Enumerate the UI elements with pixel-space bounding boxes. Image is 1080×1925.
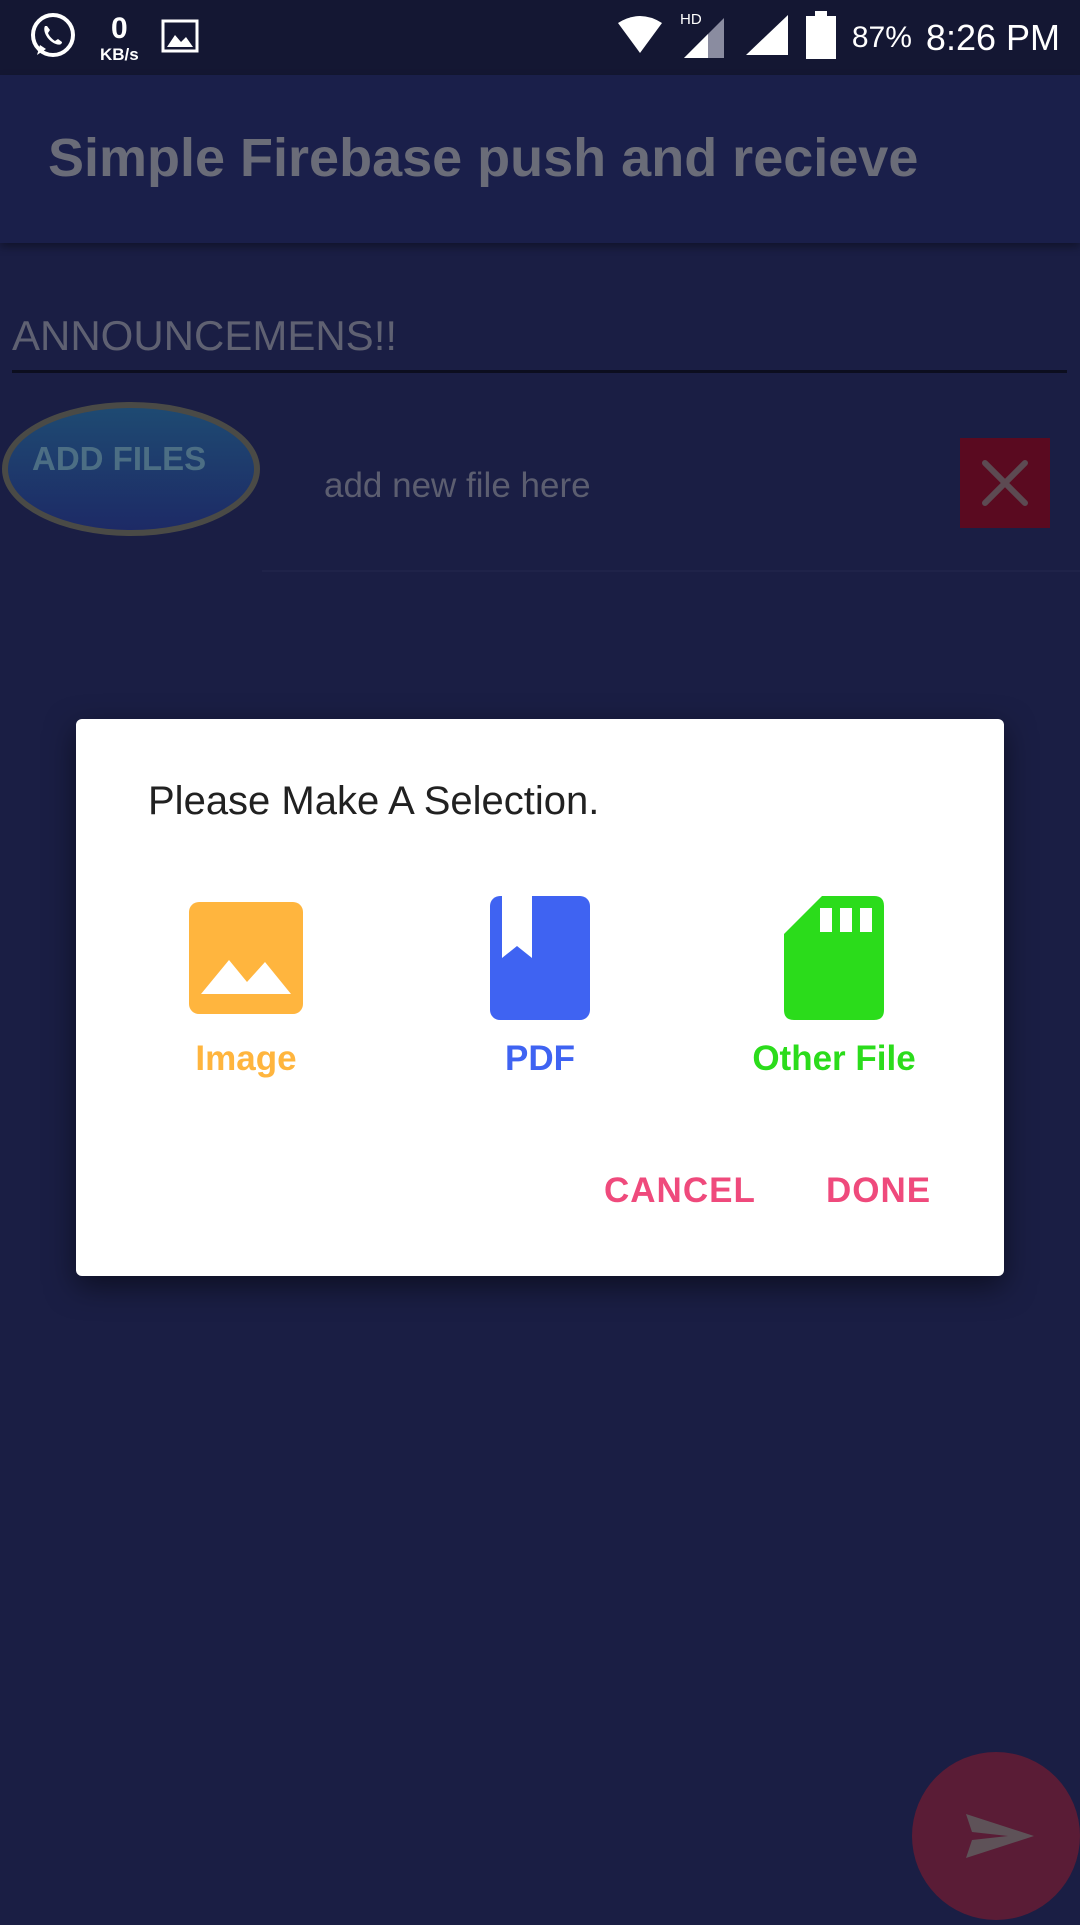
signal-icon <box>744 13 790 62</box>
image-icon <box>189 901 303 1019</box>
whatsapp-icon <box>28 11 78 66</box>
clear-file-button[interactable] <box>960 438 1050 528</box>
send-button[interactable] <box>912 1752 1080 1920</box>
network-speed: 0 KB/s <box>100 11 139 64</box>
done-button[interactable]: DONE <box>826 1171 931 1211</box>
gallery-icon <box>161 19 199 58</box>
add-files-label: ADD FILES <box>32 440 207 477</box>
close-icon <box>960 460 1050 532</box>
option-other-file[interactable]: Other File <box>704 895 964 1079</box>
dialog-title: Please Make A Selection. <box>148 779 600 823</box>
svg-text:HD: HD <box>680 11 702 28</box>
pdf-book-icon <box>490 895 590 1025</box>
option-other-file-label: Other File <box>752 1039 916 1078</box>
file-name-input[interactable]: add new file here <box>262 440 1080 572</box>
send-icon <box>912 1814 1080 1924</box>
app-bar: Simple Firebase push and recieve <box>0 75 1080 243</box>
network-speed-unit: KB/s <box>100 44 139 64</box>
status-bar: 0 KB/s HD 87% 8:26 PM <box>0 0 1080 75</box>
option-pdf[interactable]: PDF <box>410 895 670 1079</box>
app-title: Simple Firebase push and recieve <box>48 128 919 188</box>
option-image[interactable]: Image <box>116 897 376 1079</box>
battery-icon <box>804 10 838 65</box>
option-image-label: Image <box>195 1039 297 1078</box>
battery-percent: 87% <box>851 20 912 54</box>
network-speed-value: 0 <box>111 11 128 45</box>
sd-card-icon <box>784 895 884 1025</box>
hd-signal-icon: HD <box>678 10 730 65</box>
selection-dialog: Please Make A Selection. Image PDF Other… <box>76 719 1004 1276</box>
wifi-icon <box>616 15 664 60</box>
file-name-placeholder: add new file here <box>324 466 591 505</box>
announcement-text: ANNOUNCEMENS!! <box>12 312 398 359</box>
announcement-field[interactable]: ANNOUNCEMENS!! <box>12 300 1067 373</box>
add-files-button[interactable]: ADD FILES <box>2 402 260 536</box>
cancel-button[interactable]: CANCEL <box>604 1171 756 1211</box>
clock: 8:26 PM <box>925 16 1060 58</box>
option-pdf-label: PDF <box>505 1039 575 1078</box>
